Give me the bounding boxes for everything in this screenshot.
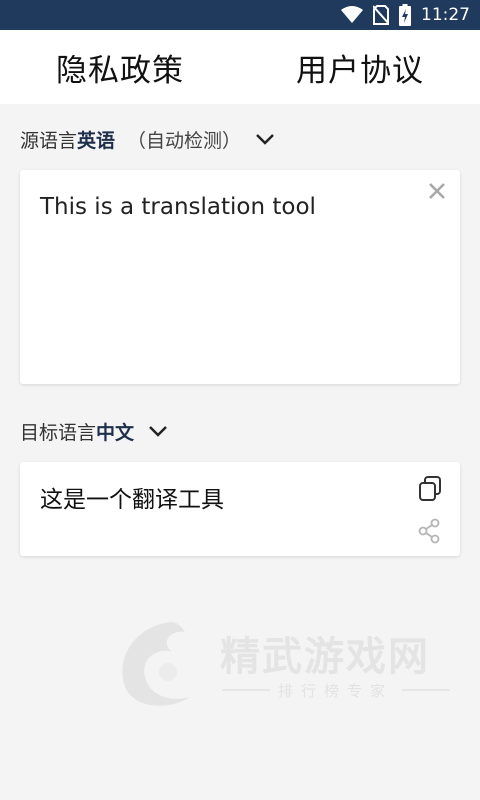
status-time: 11:27 (421, 5, 470, 25)
source-language-selector[interactable]: 源语言 英语 （自动检测） (20, 124, 275, 154)
battery-charging-icon (399, 4, 411, 26)
watermark-tagline: 排行榜专家 (278, 682, 393, 700)
translation-result-card: 这是一个翻译工具 (20, 462, 460, 556)
close-icon[interactable] (428, 182, 446, 204)
no-sim-icon (373, 5, 389, 25)
chevron-down-icon[interactable] (148, 425, 168, 437)
source-text-input[interactable]: This is a translation tool (40, 194, 316, 220)
source-text-card[interactable]: This is a translation tool (20, 170, 460, 384)
top-nav: 隐私政策 用户协议 (0, 30, 480, 104)
watermark-brand: 精武游戏网 (220, 634, 430, 680)
status-bar: 11:27 (0, 0, 480, 30)
privacy-policy-link[interactable]: 隐私政策 (0, 45, 240, 90)
target-language-label: 目标语言 (20, 421, 97, 444)
wifi-icon (341, 6, 363, 24)
copy-icon[interactable] (418, 476, 442, 506)
share-icon[interactable] (417, 518, 441, 548)
source-language-name: 英语 (77, 129, 116, 152)
watermark-logo: 精武游戏网 排行榜专家 (110, 612, 460, 712)
target-language-selector[interactable]: 目标语言 中文 (20, 416, 168, 446)
translation-result-text: 这是一个翻译工具 (40, 487, 224, 513)
chevron-down-icon[interactable] (255, 133, 275, 145)
auto-detect-note: （自动检测） (127, 129, 242, 152)
source-language-label: 源语言 (20, 129, 78, 152)
target-language-name: 中文 (96, 421, 135, 444)
user-agreement-link[interactable]: 用户协议 (240, 45, 480, 90)
